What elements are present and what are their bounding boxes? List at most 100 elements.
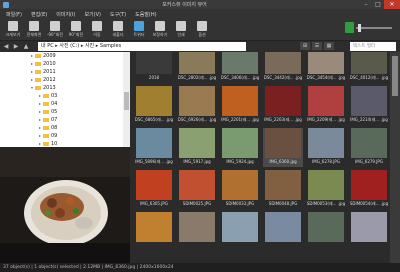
thumbnail-item[interactable]: IMG_5917.jpg: [177, 128, 217, 167]
thumbnail-item[interactable]: IMG_2201(레... .jpg: [220, 86, 260, 125]
thumbnail-item[interactable]: DSC_6926(레... .jpg: [177, 86, 217, 125]
thumbnail-item[interactable]: DSC_3406(레... .jpg: [220, 52, 260, 83]
zoom-mode-icon[interactable]: [345, 22, 354, 33]
thumbnail-item[interactable]: DSC_4012(레... .jpg: [349, 52, 389, 83]
thumbnail-caption: IMG_2209(레... .jpg: [307, 117, 345, 122]
thumbnail-item[interactable]: IMG_6279.JPG: [349, 128, 389, 167]
tree-scroll-thumb[interactable]: [124, 92, 129, 110]
collapsed-arrow-icon[interactable]: ▸: [38, 92, 42, 100]
expanded-arrow-icon[interactable]: ▾: [30, 84, 34, 92]
thumbnail-image: [351, 86, 387, 116]
toolbar-button-9[interactable]: 옵션: [193, 20, 211, 40]
tree-item[interactable]: ▸ 04: [0, 100, 130, 108]
thumbnail-item[interactable]: IMG_2209(레... .jpg: [306, 86, 346, 125]
toolbar-button-6[interactable]: 트위터: [130, 20, 148, 40]
thumbnail-item[interactable]: [134, 212, 174, 251]
close-button[interactable]: ✕: [384, 0, 400, 9]
folder-icon: [35, 70, 41, 74]
thumbnail-item[interactable]: 2018: [134, 52, 174, 83]
collapsed-arrow-icon[interactable]: ▸: [30, 52, 34, 60]
thumbnail-item[interactable]: SDIM0033.JPG: [220, 170, 260, 209]
maximize-button[interactable]: □: [372, 0, 384, 9]
thumbnail-item[interactable]: SDIM0054(레... .jpg: [349, 170, 389, 209]
collapsed-arrow-icon[interactable]: ▸: [30, 60, 34, 68]
collapsed-arrow-icon[interactable]: ▸: [38, 108, 42, 116]
collapsed-arrow-icon[interactable]: ▸: [38, 124, 42, 132]
tree-item[interactable]: ▾ 2013: [0, 84, 130, 92]
tree-scrollbar[interactable]: [123, 52, 130, 147]
toolbar-button-7[interactable]: 보정하기: [151, 20, 169, 40]
collapsed-arrow-icon[interactable]: ▸: [30, 68, 34, 76]
thumbnail-item[interactable]: [349, 212, 389, 251]
tree-item[interactable]: ▸ 09: [0, 132, 130, 140]
address-path[interactable]: 내 PC ▸ 사진 (C:) ▸ 사진 ▸ Samples: [38, 42, 246, 51]
toolbar-button-0[interactable]: 크게보기: [4, 20, 22, 40]
forward-button[interactable]: ▶: [12, 43, 20, 51]
thumbnail-item[interactable]: DSC_6865(레... .jpg: [134, 86, 174, 125]
collapsed-arrow-icon[interactable]: ▸: [30, 76, 34, 84]
tree-item[interactable]: ▸ 10: [0, 140, 130, 147]
zoom-slider[interactable]: [356, 23, 392, 32]
view-thumbnails-button[interactable]: ⊞: [300, 42, 310, 50]
thumbnail-item[interactable]: IMG_6278.JPG: [306, 128, 346, 167]
collapsed-arrow-icon[interactable]: ▸: [38, 132, 42, 140]
toolbar-button-5[interactable]: 새폴더: [109, 20, 127, 40]
move-icon: [92, 21, 102, 31]
minimize-button[interactable]: –: [360, 0, 372, 9]
toolbar-button-3[interactable]: 90°회전: [67, 20, 85, 40]
thumbnail-item[interactable]: IMG_2203(레... .jpg: [263, 86, 303, 125]
status-bar: 37 object(s) | 1 object(s) selected | 2.…: [0, 263, 400, 272]
toolbar-button-8[interactable]: 인쇄: [172, 20, 190, 40]
thumbnail-item[interactable]: [177, 212, 217, 251]
tree-item[interactable]: ▸ 2011: [0, 68, 130, 76]
thumbnail-item[interactable]: IMG_6305.JPG: [134, 170, 174, 209]
toolbar-button-1[interactable]: 전체화면: [25, 20, 43, 40]
thumbnail-item[interactable]: IMG_5924.jpg: [220, 128, 260, 167]
thumbnail-item[interactable]: IMG_2214(레... .jpg: [349, 86, 389, 125]
thumbnail-item[interactable]: IMG_5896(레... .jpg: [134, 128, 174, 167]
print-icon: [176, 21, 186, 31]
menu-image[interactable]: 이미지(I): [56, 11, 75, 18]
tree-item[interactable]: ▸ 05: [0, 108, 130, 116]
view-grid-button[interactable]: ▦: [324, 42, 334, 50]
collapsed-arrow-icon[interactable]: ▸: [38, 100, 42, 108]
toolbar-button-label: 새폴더: [112, 32, 124, 37]
collapsed-arrow-icon[interactable]: ▸: [38, 140, 42, 147]
toolbar-button-2[interactable]: -90°회전: [46, 20, 64, 40]
zoom-slider-handle[interactable]: [358, 23, 361, 32]
toolbar-button-label: 옵션: [198, 32, 206, 37]
menu-tools[interactable]: 도구(T): [110, 11, 126, 18]
thumbnail-item[interactable]: SDIM0025.JPG: [177, 170, 217, 209]
menu-file[interactable]: 파일(F): [6, 11, 22, 18]
tree-item[interactable]: ▸ 03: [0, 92, 130, 100]
thumbnail-item[interactable]: [220, 212, 260, 251]
grid-scroll-thumb[interactable]: [392, 56, 398, 96]
thumbnail-item[interactable]: DSC_2802(레... .jpg: [177, 52, 217, 83]
view-list-button[interactable]: ☰: [312, 42, 322, 50]
thumbnail-item[interactable]: [263, 212, 303, 251]
thumbnail-item[interactable]: DSC_3454(레... .jpg: [306, 52, 346, 83]
folder-icon: [43, 94, 49, 98]
thumbnail-item[interactable]: [306, 212, 346, 251]
menu-help[interactable]: 도움말(H): [135, 11, 156, 18]
collapsed-arrow-icon[interactable]: ▸: [38, 116, 42, 124]
thumbnail-item[interactable]: SDIM0048.JPG: [263, 170, 303, 209]
thumbnail-caption: DSC_2802(레... .jpg: [177, 75, 217, 80]
back-button[interactable]: ◀: [2, 43, 10, 51]
grid-scrollbar[interactable]: [390, 52, 400, 263]
thumbnail-item[interactable]: SDIM0053(레... .jpg: [306, 170, 346, 209]
thumbnail-image: [179, 128, 215, 158]
thumbnail-image: [222, 86, 258, 116]
thumbnail-item[interactable]: DSC_3442(레... .jpg: [263, 52, 303, 83]
menu-edit[interactable]: 편집(E): [31, 11, 47, 18]
tree-item[interactable]: ▸ 07: [0, 116, 130, 124]
thumbnail-item[interactable]: IMG_6360.jpg: [263, 128, 303, 167]
tree-item[interactable]: ▸ 2010: [0, 60, 130, 68]
toolbar-button-4[interactable]: 이동: [88, 20, 106, 40]
menu-view[interactable]: 보기(V): [84, 11, 101, 18]
up-button[interactable]: ▲: [22, 43, 30, 51]
tree-item[interactable]: ▸ 2009: [0, 52, 130, 60]
tree-item[interactable]: ▸ 08: [0, 124, 130, 132]
search-input[interactable]: 텍스트 필터: [350, 42, 396, 51]
tree-item[interactable]: ▸ 2012: [0, 76, 130, 84]
